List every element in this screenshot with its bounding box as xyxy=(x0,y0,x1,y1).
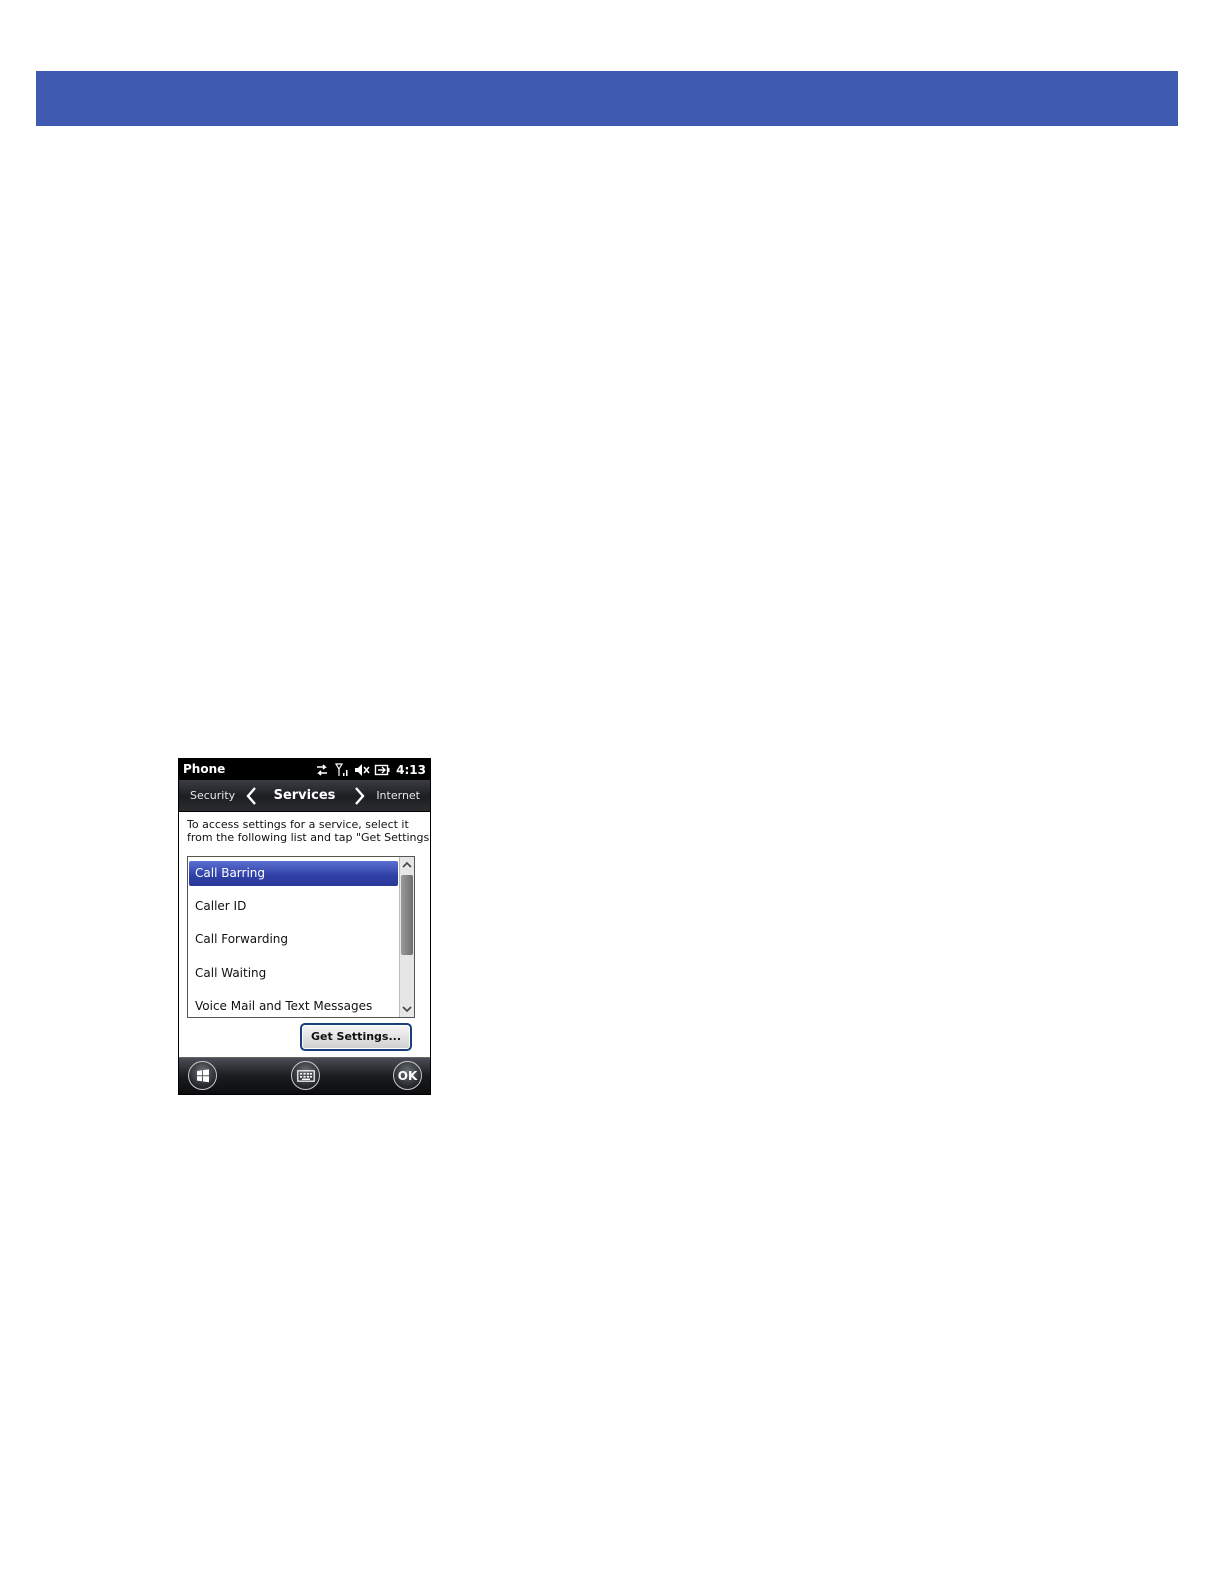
keyboard-button[interactable] xyxy=(291,1061,320,1090)
softkey-bar: OK xyxy=(179,1057,430,1094)
status-icons: 4:13 xyxy=(314,760,426,780)
keyboard-icon xyxy=(296,1069,315,1082)
page-header-band xyxy=(36,71,1178,126)
list-item-voice-mail[interactable]: Voice Mail and Text Messages xyxy=(189,994,398,1017)
list-scrollbar[interactable] xyxy=(399,857,414,1017)
list-item-call-waiting[interactable]: Call Waiting xyxy=(189,961,398,986)
tab-internet[interactable]: Internet xyxy=(376,789,420,802)
ok-button[interactable]: OK xyxy=(393,1061,422,1090)
instructions-line: from the following list and tap "Get Set… xyxy=(187,831,431,844)
list-item-call-forwarding[interactable]: Call Forwarding xyxy=(189,927,398,952)
services-list[interactable]: Call Barring Caller ID Call Forwarding C… xyxy=(187,856,415,1018)
clock[interactable]: 4:13 xyxy=(396,763,426,777)
device-screenshot: Phone 4:13 Security Services Internet To… xyxy=(178,758,431,1095)
instructions-text: To access settings for a service, select… xyxy=(187,818,431,844)
speaker-muted-icon[interactable] xyxy=(354,762,370,778)
signal-strength-icon[interactable] xyxy=(334,762,350,778)
chevron-up-icon xyxy=(402,861,412,868)
battery-charging-icon[interactable] xyxy=(374,762,390,778)
tab-bar: Security Services Internet xyxy=(179,780,430,812)
scroll-up-button[interactable] xyxy=(400,857,414,873)
windows-logo-icon xyxy=(196,1068,209,1082)
scroll-thumb[interactable] xyxy=(401,875,413,955)
app-title: Phone xyxy=(183,762,226,776)
list-item-call-barring[interactable]: Call Barring xyxy=(189,861,398,886)
start-button[interactable] xyxy=(188,1061,217,1090)
status-bar: Phone 4:13 xyxy=(179,759,430,780)
chevron-down-icon xyxy=(402,1006,412,1013)
list-item-caller-id[interactable]: Caller ID xyxy=(189,894,398,919)
scroll-down-button[interactable] xyxy=(400,1001,414,1017)
instructions-line: To access settings for a service, select… xyxy=(187,818,409,831)
chevron-right-icon[interactable] xyxy=(352,786,366,806)
data-connection-icon[interactable] xyxy=(314,762,330,778)
get-settings-button[interactable]: Get Settings... xyxy=(300,1023,412,1051)
